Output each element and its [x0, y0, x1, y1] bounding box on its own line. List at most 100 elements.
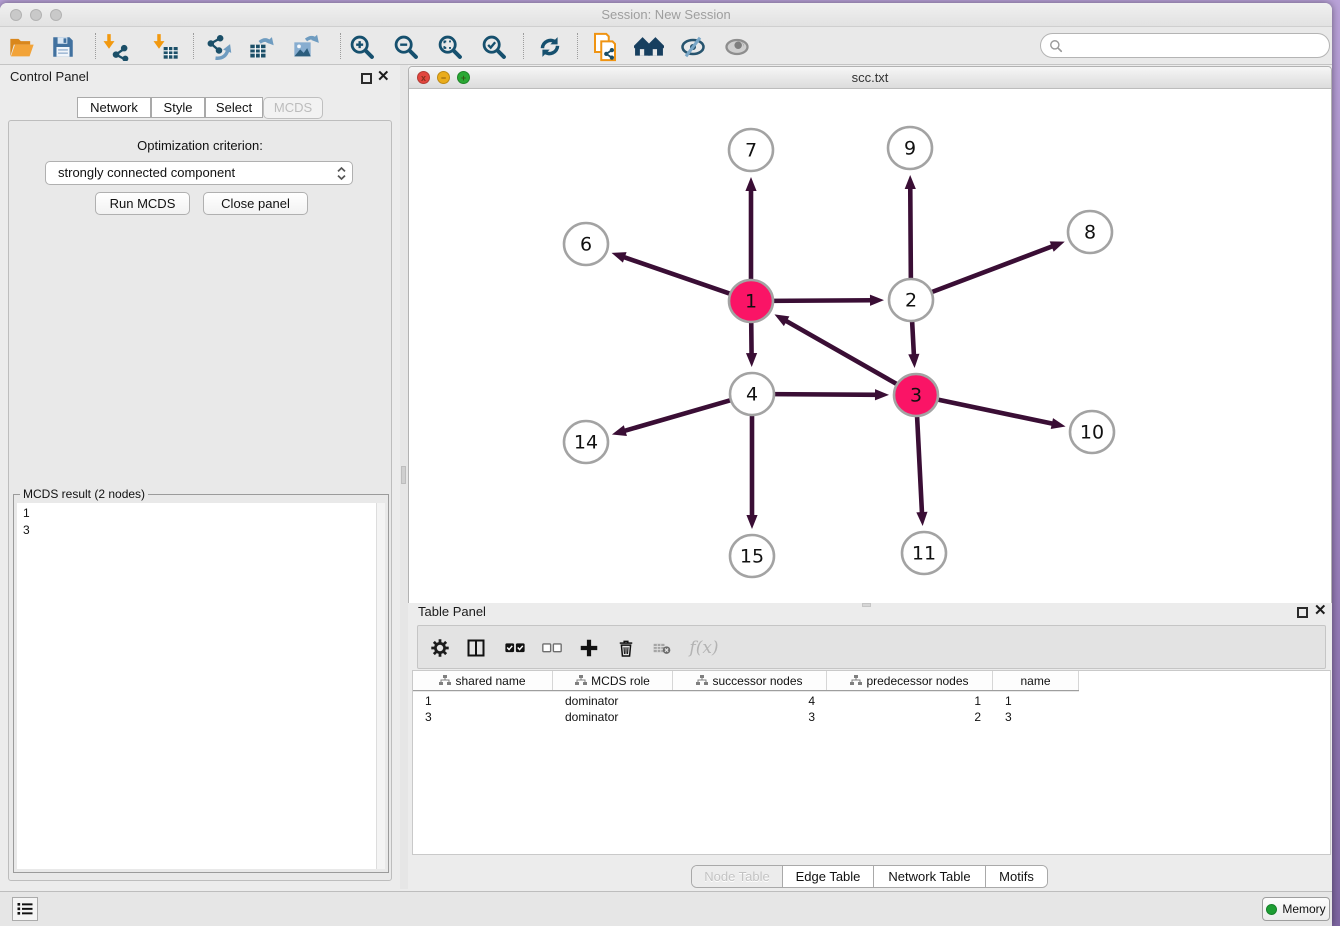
splitter-grip[interactable]	[862, 603, 871, 607]
open-file-icon[interactable]	[7, 32, 37, 62]
network-window-titlebar: x − + scc.txt	[409, 67, 1331, 89]
horizontal-splitter[interactable]	[408, 603, 1332, 607]
search-icon	[1049, 39, 1063, 53]
control-panel-close-button[interactable]: ✕	[377, 71, 390, 83]
column-header-mcds-role[interactable]: MCDS role	[553, 671, 673, 690]
tab-style[interactable]: Style	[151, 97, 205, 118]
show-panels-icon[interactable]	[722, 32, 752, 62]
table-cell[interactable]: 1	[413, 693, 553, 709]
optimization-criterion-select[interactable]: strongly connected component	[45, 161, 353, 185]
table-cell[interactable]: dominator	[553, 693, 673, 709]
graph-edge[interactable]	[930, 245, 1055, 292]
hide-panels-icon[interactable]	[678, 32, 708, 62]
control-panel-float-button[interactable]	[361, 73, 372, 84]
save-session-icon[interactable]	[48, 32, 78, 62]
close-panel-button[interactable]: Close panel	[203, 192, 308, 215]
zoom-out-icon[interactable]	[391, 32, 421, 62]
tab-node-table[interactable]: Node Table	[692, 866, 783, 887]
import-table-icon[interactable]	[151, 32, 181, 62]
task-history-button[interactable]	[12, 897, 38, 921]
status-bar: Memory	[0, 891, 1332, 926]
export-network-icon[interactable]	[204, 32, 234, 62]
table-cell[interactable]: 3	[413, 709, 553, 725]
graph-edge-arrowhead	[746, 353, 757, 367]
import-network-icon[interactable]	[101, 32, 131, 62]
mcds-result-scrollbar[interactable]	[376, 503, 385, 869]
vertical-splitter[interactable]	[400, 65, 408, 889]
table-row[interactable]: 1dominator411	[413, 693, 1079, 709]
mcds-result-text[interactable]: 1 3	[17, 503, 376, 869]
graph-edge[interactable]	[912, 320, 914, 357]
toolbar-separator	[95, 33, 96, 59]
graph-node-label: 6	[580, 234, 592, 256]
select-all-icon[interactable]	[501, 634, 529, 662]
graph-node-label: 9	[904, 138, 916, 160]
table-settings-icon[interactable]	[426, 634, 454, 662]
memory-button[interactable]: Memory	[1262, 897, 1330, 921]
close-window-button[interactable]	[10, 9, 22, 21]
table-cell[interactable]: dominator	[553, 709, 673, 725]
minimize-window-button[interactable]	[30, 9, 42, 21]
tab-select[interactable]: Select	[205, 97, 263, 118]
search-input[interactable]	[1063, 36, 1329, 56]
export-table-icon[interactable]	[247, 32, 277, 62]
zoom-in-icon[interactable]	[347, 32, 377, 62]
tab-edge-table[interactable]: Edge Table	[783, 866, 874, 887]
table-cell[interactable]: 2	[827, 709, 993, 725]
graph-edge[interactable]	[784, 320, 899, 385]
graph-edge[interactable]	[917, 415, 922, 515]
graph-edge[interactable]	[622, 256, 732, 294]
deselect-all-icon[interactable]	[538, 634, 566, 662]
column-header-successor-nodes[interactable]: successor nodes	[673, 671, 827, 690]
tab-network-table[interactable]: Network Table	[874, 866, 986, 887]
run-mcds-button[interactable]: Run MCDS	[95, 192, 190, 215]
tab-mcds[interactable]: MCDS	[263, 97, 323, 119]
node-table[interactable]: shared name MCDS role successor nodes pr…	[412, 670, 1331, 855]
table-cell[interactable]: 3	[993, 709, 1079, 725]
graph-node-label: 4	[746, 384, 758, 406]
table-cell[interactable]: 1	[993, 693, 1079, 709]
network-close-button[interactable]: x	[417, 71, 430, 84]
table-cell[interactable]: 3	[673, 709, 827, 725]
open-session-file-icon[interactable]	[590, 32, 620, 62]
graph-edge[interactable]	[936, 399, 1055, 424]
table-cell[interactable]: 1	[827, 693, 993, 709]
table-cell[interactable]: 4	[673, 693, 827, 709]
delete-table-icon[interactable]	[648, 634, 676, 662]
home-icon[interactable]	[634, 32, 664, 62]
network-maximize-button[interactable]: +	[457, 71, 470, 84]
splitter-grip[interactable]	[401, 466, 406, 484]
column-header-predecessor-nodes[interactable]: predecessor nodes	[827, 671, 993, 690]
list-icon	[16, 901, 34, 917]
export-image-icon[interactable]	[291, 32, 321, 62]
refresh-styles-icon[interactable]	[535, 32, 565, 62]
graph-node-label: 15	[740, 546, 764, 568]
table-panel-float-button[interactable]	[1297, 607, 1308, 618]
graph-edge-arrowhead	[870, 295, 884, 306]
add-column-icon[interactable]	[575, 634, 603, 662]
column-layout-icon[interactable]	[462, 634, 490, 662]
search-field[interactable]	[1040, 33, 1330, 58]
graph-node-label: 14	[574, 432, 598, 454]
zoom-fit-icon[interactable]	[435, 32, 465, 62]
zoom-selected-icon[interactable]	[479, 32, 509, 62]
zoom-window-button[interactable]	[50, 9, 62, 21]
tab-network[interactable]: Network	[77, 97, 151, 118]
graph-edge[interactable]	[623, 400, 733, 432]
graph-node-label: 7	[745, 140, 757, 162]
tab-motifs[interactable]: Motifs	[986, 866, 1047, 887]
delete-column-icon[interactable]	[612, 634, 640, 662]
table-row[interactable]: 3dominator323	[413, 709, 1079, 725]
column-header-name[interactable]: name	[993, 671, 1079, 690]
column-header-shared-name[interactable]: shared name	[413, 671, 553, 690]
network-window-title: scc.txt	[409, 67, 1331, 89]
table-panel-close-button[interactable]: ✕	[1314, 605, 1327, 617]
mcds-panel: Optimization criterion: strongly connect…	[8, 120, 392, 881]
graph-edge[interactable]	[772, 394, 878, 395]
function-builder-icon[interactable]: f(x)	[684, 634, 724, 662]
graph-edge[interactable]	[771, 300, 873, 301]
network-minimize-button[interactable]: −	[437, 71, 450, 84]
network-canvas[interactable]: 7968124314101511	[409, 89, 1331, 603]
toolbar-separator	[523, 33, 524, 59]
graph-edge[interactable]	[910, 186, 911, 280]
